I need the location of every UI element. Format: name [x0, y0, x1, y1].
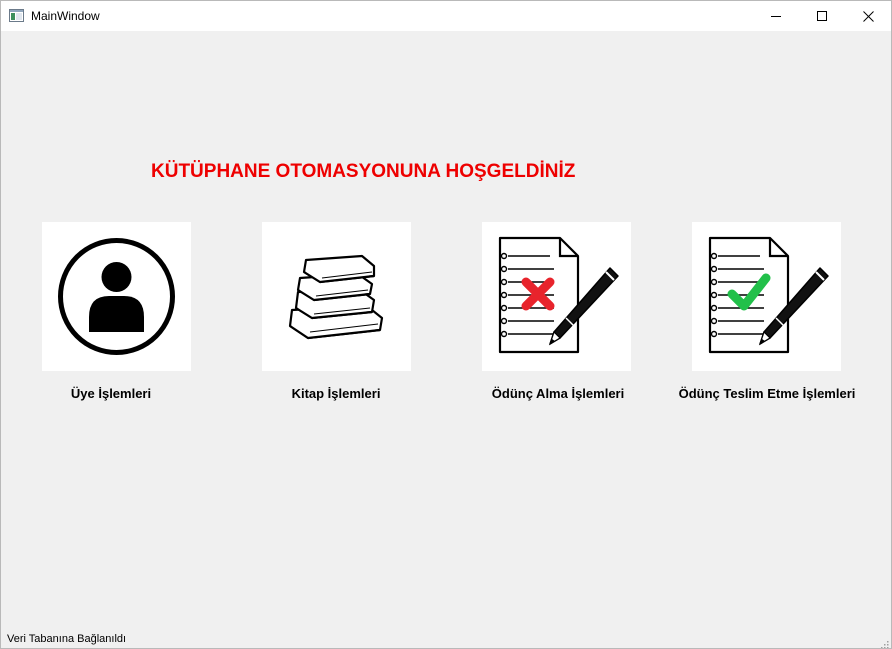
resize-grip-icon[interactable]: [879, 636, 889, 648]
user-icon: [58, 238, 175, 355]
minimize-icon: [771, 16, 781, 17]
borrow-operations-button[interactable]: [482, 222, 631, 371]
return-operations-label: Ödünç Teslim Etme İşlemleri: [678, 386, 856, 401]
status-bar-message: Veri Tabanına Bağlanıldı: [7, 633, 127, 645]
document-check-icon: [708, 236, 829, 354]
main-window: MainWindow KÜTÜPHANE OTOMASYONUNA HOŞGEL…: [0, 0, 892, 649]
welcome-heading: KÜTÜPHANE OTOMASYONUNA HOŞGELDİNİZ: [151, 161, 576, 182]
member-operations-button[interactable]: [42, 222, 191, 371]
maximize-icon: [817, 11, 827, 21]
title-bar[interactable]: MainWindow: [1, 1, 891, 31]
book-operations-label: Kitap İşlemleri: [291, 386, 381, 401]
maximize-button[interactable]: [799, 1, 845, 31]
minimize-button[interactable]: [753, 1, 799, 31]
member-operations-label: Üye İşlemleri: [70, 386, 152, 401]
close-button[interactable]: [845, 1, 891, 31]
book-operations-button[interactable]: [262, 222, 411, 371]
borrow-operations-label: Ödünç Alma İşlemleri: [491, 386, 625, 401]
close-icon: [862, 10, 874, 22]
return-operations-button[interactable]: [692, 222, 841, 371]
window-app-icon: [9, 8, 24, 23]
window-title: MainWindow: [31, 9, 100, 23]
document-cross-icon: [498, 236, 619, 354]
books-icon: [288, 254, 384, 340]
